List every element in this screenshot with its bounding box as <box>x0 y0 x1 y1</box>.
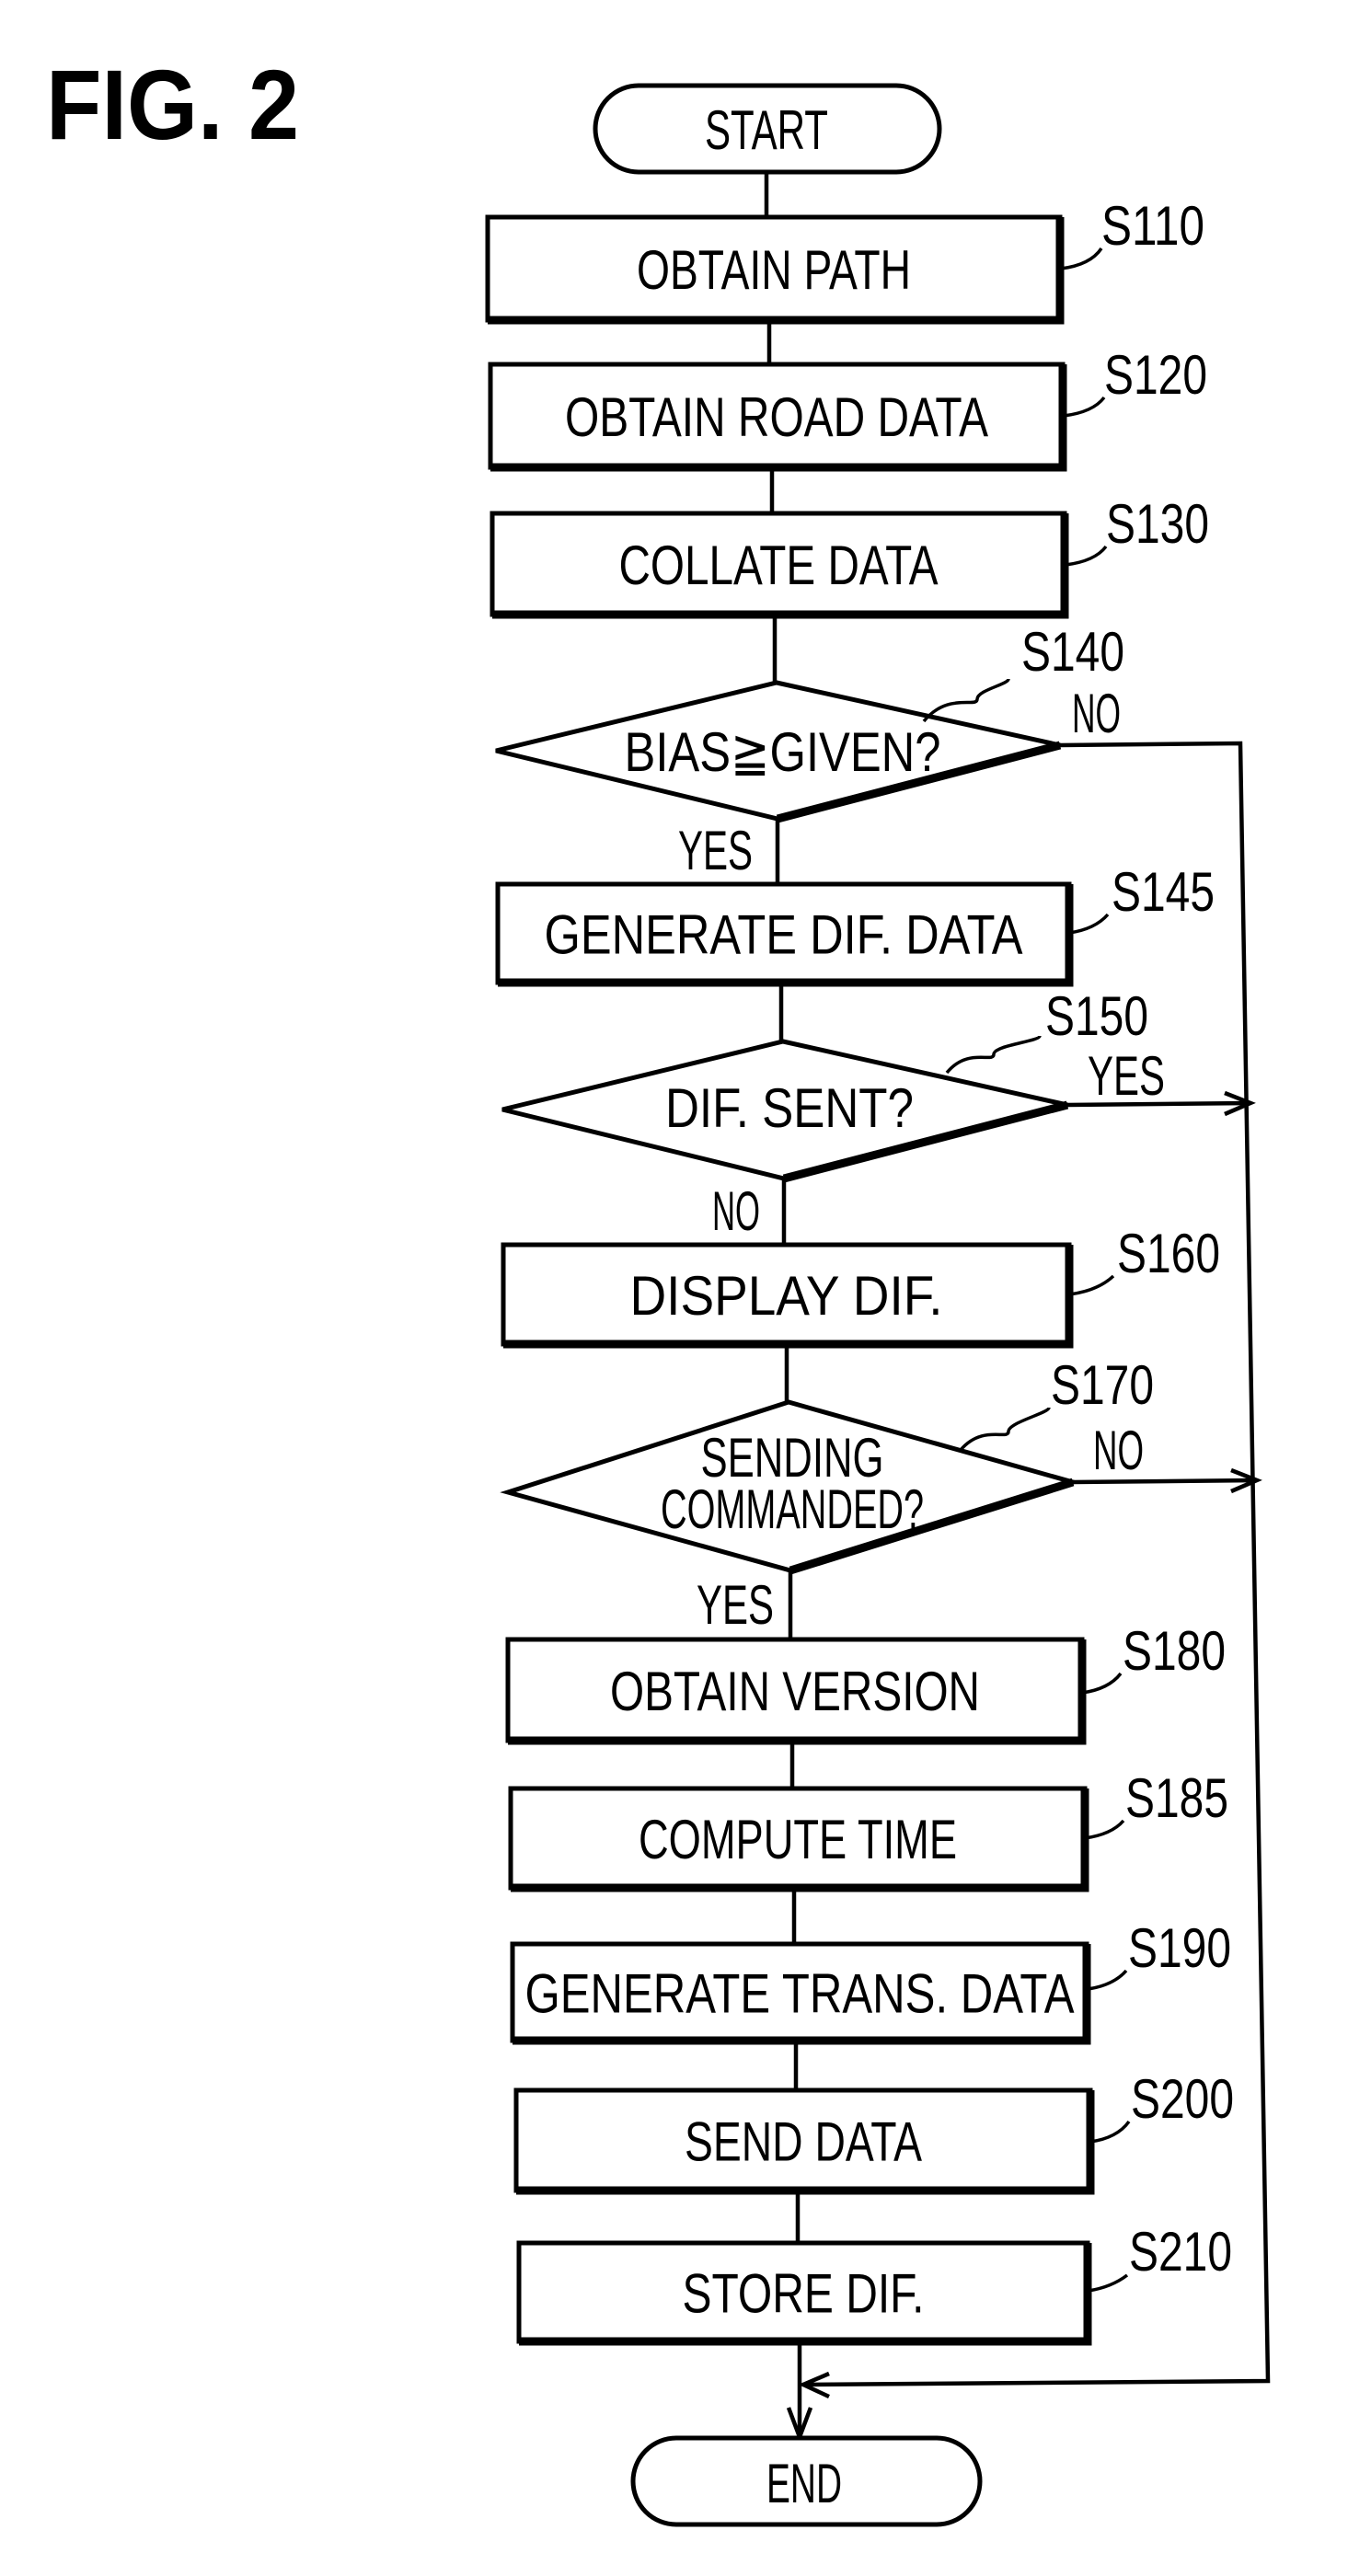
end-label: END <box>766 2453 842 2514</box>
step-id-leader-line <box>1087 1969 1128 1991</box>
step-s130: COLLATE DATA S130 <box>490 493 1209 619</box>
step-s160: DISPLAY DIF. S160 <box>501 1223 1220 1349</box>
process-label: OBTAIN VERSION <box>610 1661 980 1722</box>
step-id-leader-line <box>1063 396 1106 418</box>
flowchart-steps: OBTAIN PATH S110 OBTAIN ROAD DATA S120 COLLA… <box>485 195 1234 2346</box>
step-id-label: S190 <box>1128 1917 1231 1979</box>
process-label: COLLATE DATA <box>619 535 939 596</box>
step-id-leader-line <box>922 678 1010 723</box>
s150-no-label: NO <box>712 1180 760 1242</box>
s170-yes-label: YES <box>697 1574 774 1636</box>
step-s185: COMPUTE TIME S185 <box>508 1767 1228 1892</box>
step-id-label: S160 <box>1117 1223 1220 1284</box>
step-id-leader-line <box>1081 1672 1123 1695</box>
process-label: OBTAIN PATH <box>637 239 911 301</box>
step-id-leader-line <box>959 1406 1051 1452</box>
start-terminal: START <box>593 83 942 175</box>
step-id-label: S145 <box>1112 861 1215 923</box>
step-id-label: S170 <box>1051 1354 1154 1416</box>
step-s190: GENERATE TRANS. DATA S190 <box>510 1917 1231 2045</box>
figure-title: FIG. 2 <box>46 49 299 160</box>
decision-label: BIAS≧GIVEN? <box>625 721 941 783</box>
step-id-leader-line <box>1068 913 1110 935</box>
step-id-label: S120 <box>1104 344 1207 406</box>
s150-yes-label: YES <box>1088 1045 1165 1107</box>
process-label: COMPUTE TIME <box>639 1809 957 1870</box>
step-id-label: S200 <box>1131 2068 1234 2130</box>
step-id-leader-line <box>1084 1819 1125 1840</box>
step-id-label: S210 <box>1129 2221 1232 2283</box>
step-id-label: S110 <box>1101 195 1204 257</box>
step-s170: SENDINGCOMMANDED?S170 <box>500 1354 1154 1575</box>
step-id-leader-line <box>1089 2120 1131 2144</box>
step-id-label: S130 <box>1106 493 1209 555</box>
s170-no-label: NO <box>1093 1420 1144 1481</box>
step-id-label: S185 <box>1125 1767 1228 1829</box>
step-id-leader-line <box>1060 247 1103 270</box>
step-s180: OBTAIN VERSION S180 <box>505 1620 1226 1745</box>
process-label: SEND DATA <box>685 2111 922 2173</box>
step-s140: BIAS≧GIVEN? S140 <box>495 621 1124 823</box>
step-id-label: S180 <box>1123 1620 1226 1682</box>
decision-label-line: COMMANDED? <box>661 1478 924 1540</box>
process-label: GENERATE DIF. DATA <box>545 904 1023 966</box>
end-terminal: END <box>630 2435 983 2527</box>
step-s120: OBTAIN ROAD DATA S120 <box>488 344 1207 472</box>
step-id-label: S150 <box>1045 985 1148 1047</box>
step-id-leader-line <box>945 1034 1042 1075</box>
step-id-leader-line <box>1068 1274 1115 1296</box>
s140-no-label: NO <box>1072 683 1121 744</box>
step-id-leader-line <box>1088 2273 1129 2293</box>
step-s200: SEND DATA S200 <box>513 2068 1234 2195</box>
step-s210: STORE DIF. S210 <box>516 2221 1232 2346</box>
decision-label: DIF. SENT? <box>665 1077 914 1139</box>
process-label: OBTAIN ROAD DATA <box>565 386 988 448</box>
step-s110: OBTAIN PATH S110 <box>485 195 1204 325</box>
process-label: DISPLAY DIF. <box>630 1265 943 1327</box>
flowchart-canvas: FIG. 2 START OBTAIN PATHS110OBTAIN ROAD … <box>46 49 1271 2527</box>
step-id-leader-line <box>1065 545 1108 567</box>
process-label: GENERATE TRANS. DATA <box>525 1963 1075 2025</box>
process-label: STORE DIF. <box>683 2263 925 2325</box>
start-label: START <box>705 99 828 161</box>
step-id-label: S140 <box>1021 621 1124 683</box>
step-s150: DIF. SENT? S150 <box>501 985 1148 1183</box>
s140-yes-label: YES <box>678 820 753 881</box>
step-s145: GENERATE DIF. DATA S145 <box>495 861 1215 987</box>
